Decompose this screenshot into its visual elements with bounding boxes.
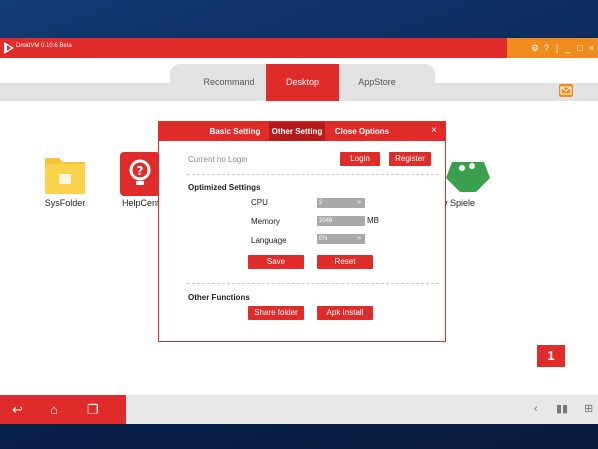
tab-desktop[interactable]: Desktop — [266, 64, 339, 101]
window-controls: ⚙ ? | _ □ × — [507, 38, 598, 58]
memory-value: 2048 — [319, 218, 333, 224]
login-button[interactable]: Login — [340, 152, 380, 166]
register-button[interactable]: Register — [389, 152, 431, 166]
folder-icon — [45, 158, 85, 194]
memory-unit: MB — [367, 216, 379, 225]
app-label: ay Spiele — [438, 198, 476, 208]
nav-buttons: ↩ ⌂ ❐ — [0, 395, 126, 424]
language-select[interactable]: EN » — [317, 234, 365, 244]
tab-basic-setting[interactable]: Basic Setting — [207, 122, 263, 141]
back-icon[interactable]: ↩ — [12, 402, 23, 417]
app-helpcenter[interactable]: ? HelpCent — [118, 152, 162, 208]
share-folder-button[interactable]: Share folder — [248, 306, 304, 320]
cpu-value: 2 — [319, 200, 323, 206]
gamepad-icon — [446, 162, 490, 192]
app-sysfolder[interactable]: SysFolder — [35, 152, 95, 208]
reset-button[interactable]: Reset — [317, 255, 373, 269]
tab-other-setting[interactable]: Other Setting — [269, 122, 325, 141]
settings-dialog: Basic Setting Other Setting Close Option… — [158, 121, 446, 342]
cpu-label: CPU — [251, 198, 268, 207]
tab-group: Recommand Desktop AppStore — [170, 64, 435, 101]
chevron-left-icon[interactable]: ‹ — [534, 403, 538, 416]
help-icon[interactable]: ? — [544, 42, 549, 54]
mail-icon[interactable] — [559, 84, 573, 97]
memory-label: Memory — [251, 217, 280, 226]
tab-close-options[interactable]: Close Options — [331, 122, 393, 141]
home-icon[interactable]: ⌂ — [50, 402, 58, 417]
other-functions-title: Other Functions — [188, 293, 250, 302]
divider — [187, 283, 439, 284]
gear-icon[interactable]: ⚙ — [531, 42, 539, 54]
language-value: EN — [319, 236, 328, 242]
divider: | — [556, 43, 559, 53]
tab-appstore[interactable]: AppStore — [339, 64, 415, 101]
language-label: Language — [251, 236, 287, 245]
dialog-header: Basic Setting Other Setting Close Option… — [159, 122, 445, 141]
keyboard-icon[interactable]: ⊞ — [584, 403, 593, 416]
chevron-down-icon: » — [357, 235, 361, 242]
app-playspiele[interactable]: ay Spiele — [438, 152, 498, 208]
tab-recommand[interactable]: Recommand — [187, 64, 271, 101]
maximize-icon[interactable]: □ — [577, 42, 582, 54]
top-tab-bar: Recommand Desktop AppStore — [0, 58, 598, 101]
minimize-icon[interactable]: _ — [565, 42, 570, 54]
window-title: DroidVM 0.10.6 Beta — [16, 43, 72, 49]
apk-install-button[interactable]: Apk Install — [317, 306, 373, 320]
close-icon[interactable]: × — [589, 42, 594, 54]
close-icon[interactable]: × — [431, 125, 437, 137]
chevron-down-icon: » — [357, 199, 361, 206]
title-bar: DroidVM 0.10.6 Beta ⚙ ? | _ □ × — [0, 38, 598, 58]
volume-icon[interactable]: ▮▮ — [556, 403, 568, 416]
app-label: SysFolder — [44, 198, 86, 208]
save-button[interactable]: Save — [248, 255, 304, 269]
cpu-select[interactable]: 2 » — [317, 198, 365, 208]
lightbulb-icon: ? — [120, 152, 160, 196]
app-label: HelpCent — [122, 198, 160, 208]
bottom-nav-bar: ↩ ⌂ ❐ ‹ ▮▮ ⊞ — [0, 395, 598, 424]
recent-apps-icon[interactable]: ❐ — [87, 402, 99, 417]
optimized-settings-title: Optimized Settings — [188, 183, 261, 192]
memory-input[interactable]: 2048 — [317, 216, 365, 226]
droidvm-logo-icon — [4, 42, 14, 54]
login-status: Current no Login — [188, 155, 248, 164]
divider — [187, 174, 439, 175]
notification-badge[interactable]: 1 — [537, 345, 565, 367]
svg-text:?: ? — [137, 164, 144, 178]
